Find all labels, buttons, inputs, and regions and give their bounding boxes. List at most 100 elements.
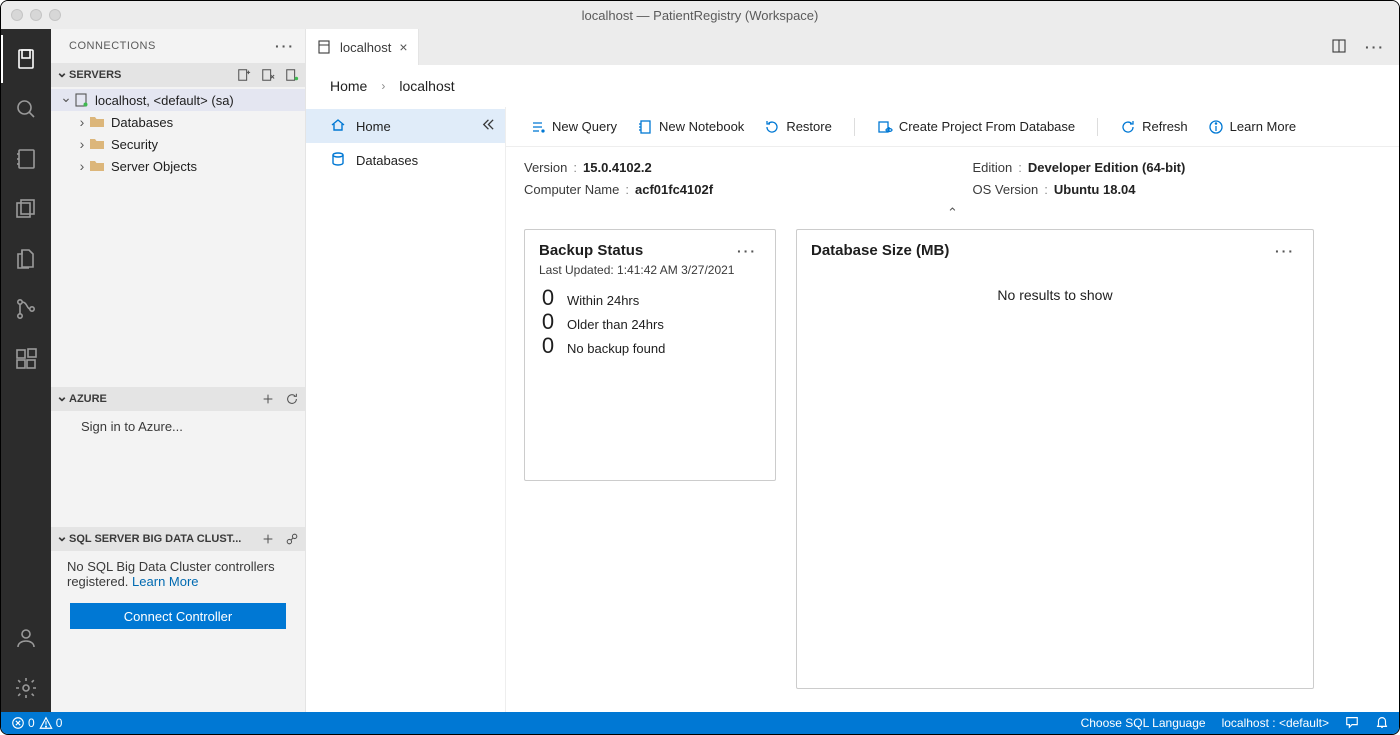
chevron-right-icon[interactable] — [75, 158, 89, 174]
chevron-down-icon[interactable] — [59, 92, 73, 109]
new-connection-icon[interactable] — [237, 68, 251, 82]
section-bigdata-title: SQL SERVER BIG DATA CLUST... — [69, 533, 261, 545]
split-editor-icon[interactable] — [1331, 38, 1347, 57]
refresh-button[interactable]: Refresh — [1112, 114, 1196, 140]
status-feedback-icon[interactable] — [1345, 715, 1359, 732]
tree-item-security[interactable]: Security — [51, 133, 305, 155]
restore-button[interactable]: Restore — [756, 114, 840, 140]
new-query-button[interactable]: New Query — [522, 114, 625, 140]
breadcrumb-home[interactable]: Home — [330, 78, 367, 94]
breadcrumb-current: localhost — [399, 78, 454, 94]
activity-settings[interactable] — [1, 664, 51, 712]
side-panel: CONNECTIONS ··· SERVERS localhost, <defa… — [51, 29, 306, 712]
chevron-down-icon — [55, 67, 69, 84]
traffic-max[interactable] — [49, 9, 61, 21]
create-project-button[interactable]: Create Project From Database — [869, 114, 1083, 140]
tree-item-label: localhost, <default> (sa) — [95, 93, 234, 108]
info-version: 15.0.4102.2 — [583, 157, 652, 179]
plus-icon[interactable] — [261, 532, 275, 546]
status-warnings[interactable]: 0 — [39, 716, 63, 730]
activity-search[interactable] — [1, 85, 51, 133]
info-edition: Developer Edition (64-bit) — [1028, 157, 1185, 179]
bigdata-learn-more-link[interactable]: Learn More — [132, 574, 198, 589]
folder-icon — [89, 137, 105, 151]
traffic-min[interactable] — [30, 9, 42, 21]
tree-item-label: Security — [111, 137, 158, 152]
section-azure-header[interactable]: AZURE — [51, 387, 305, 411]
chevron-down-icon — [55, 391, 69, 408]
info-os: Ubuntu 18.04 — [1054, 179, 1136, 201]
activity-notebooks[interactable] — [1, 135, 51, 183]
activity-extensions[interactable] — [1, 335, 51, 383]
card-more-icon[interactable]: ··· — [733, 243, 761, 259]
status-errors[interactable]: 0 — [11, 716, 35, 730]
card-more-icon[interactable]: ··· — [1271, 243, 1299, 259]
connect-controller-button[interactable]: Connect Controller — [70, 603, 286, 629]
section-bigdata-header[interactable]: SQL SERVER BIG DATA CLUST... — [51, 527, 305, 551]
activity-connections[interactable] — [1, 35, 51, 83]
nav-label: Databases — [356, 153, 418, 168]
status-choose-lang[interactable]: Choose SQL Language — [1081, 716, 1206, 730]
card-database-size: Database Size (MB) ··· No results to sho… — [796, 229, 1314, 689]
collapse-info-icon[interactable]: ⌃ — [506, 205, 1399, 219]
learn-more-button[interactable]: Learn More — [1200, 114, 1304, 140]
tab-bar: localhost × ··· — [306, 29, 1399, 65]
tree-item-databases[interactable]: Databases — [51, 111, 305, 133]
server-status-icon[interactable] — [285, 68, 299, 82]
plus-icon[interactable] — [261, 392, 275, 406]
new-notebook-button[interactable]: New Notebook — [629, 114, 752, 140]
metric-row: 0No backup found — [525, 333, 775, 357]
tree-server-root[interactable]: localhost, <default> (sa) — [51, 89, 305, 111]
folder-icon — [89, 115, 105, 129]
chevron-down-icon — [55, 531, 69, 548]
section-servers-title: SERVERS — [69, 69, 237, 81]
tree-item-server-objects[interactable]: Server Objects — [51, 155, 305, 177]
server-info: Version : 15.0.4102.2 Computer Name : ac… — [506, 147, 1399, 205]
window-title: localhost — PatientRegistry (Workspace) — [1, 8, 1399, 23]
status-connection[interactable]: localhost : <default> — [1222, 716, 1329, 730]
info-computer-name: acf01fc4102f — [635, 179, 713, 201]
refresh-icon[interactable] — [285, 392, 299, 406]
side-panel-title: CONNECTIONS — [69, 40, 271, 52]
status-bell-icon[interactable] — [1375, 715, 1389, 732]
breadcrumb: Home › localhost — [306, 65, 1399, 107]
chevron-right-icon[interactable] — [75, 114, 89, 130]
collapse-nav-icon[interactable] — [480, 117, 495, 135]
card-title: Backup Status — [539, 242, 733, 259]
titlebar: localhost — PatientRegistry (Workspace) — [1, 1, 1399, 29]
azure-signin-link[interactable]: Sign in to Azure... — [81, 419, 183, 434]
server-icon — [316, 39, 332, 55]
activity-source-control[interactable] — [1, 285, 51, 333]
database-icon — [330, 151, 346, 170]
folder-icon — [89, 159, 105, 173]
card-subtitle: Last Updated: 1:41:42 AM 3/27/2021 — [525, 259, 775, 285]
metric-row: 0Older than 24hrs — [525, 309, 775, 333]
server-icon — [73, 93, 89, 107]
section-servers-header[interactable]: SERVERS — [51, 63, 305, 87]
activity-files[interactable] — [1, 235, 51, 283]
editor-more-icon[interactable]: ··· — [1361, 39, 1389, 55]
status-bar: 0 0 Choose SQL Language localhost : <def… — [1, 712, 1399, 734]
tree-item-label: Server Objects — [111, 159, 197, 174]
card-title: Database Size (MB) — [811, 242, 1271, 259]
tab-localhost[interactable]: localhost × — [306, 29, 419, 65]
servers-tree: localhost, <default> (sa) Databases Secu… — [51, 87, 305, 387]
home-icon — [330, 117, 346, 136]
activity-explorer[interactable] — [1, 185, 51, 233]
dashboard-nav: Home Databases — [306, 107, 506, 712]
nav-databases[interactable]: Databases — [306, 143, 505, 177]
tab-label: localhost — [340, 40, 391, 55]
card-backup-status: Backup Status ··· Last Updated: 1:41:42 … — [524, 229, 776, 481]
activity-bar — [1, 29, 51, 712]
nav-home[interactable]: Home — [306, 109, 505, 143]
activity-account[interactable] — [1, 614, 51, 662]
close-icon[interactable]: × — [399, 39, 407, 55]
link-icon[interactable] — [285, 532, 299, 546]
dashboard-toolbar: New Query New Notebook Restore Create Pr… — [506, 107, 1399, 147]
side-panel-more-icon[interactable]: ··· — [271, 38, 299, 54]
chevron-right-icon[interactable] — [75, 136, 89, 152]
nav-label: Home — [356, 119, 391, 134]
traffic-close[interactable] — [11, 9, 23, 21]
empty-state: No results to show — [797, 259, 1313, 303]
new-group-icon[interactable] — [261, 68, 275, 82]
